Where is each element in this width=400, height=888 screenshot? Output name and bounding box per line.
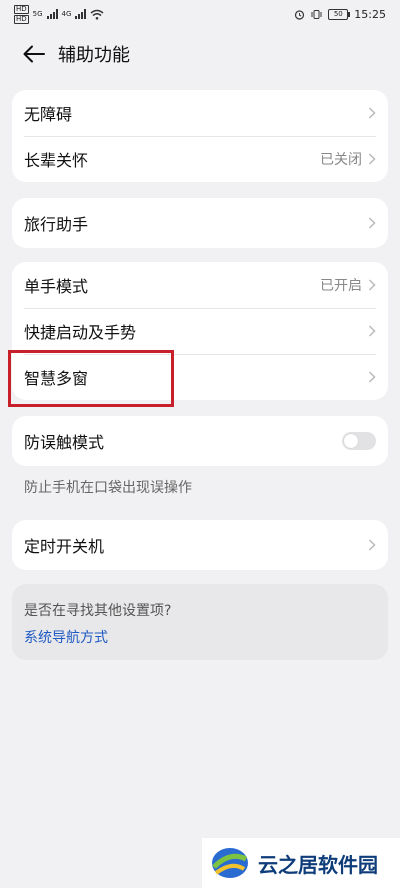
page-header: 辅助功能 [0, 36, 400, 72]
toggle-knob [344, 434, 358, 448]
chevron-right-icon [368, 539, 376, 551]
settings-item-elder-care[interactable]: 长辈关怀 已关闭 [12, 136, 388, 182]
sim1-badge: HD [14, 4, 29, 14]
settings-group-5: 定时开关机 [12, 520, 388, 570]
system-navigation-link[interactable]: 系统导航方式 [24, 627, 108, 647]
pocket-mode-hint: 防止手机在口袋出现误操作 [24, 480, 192, 496]
settings-item-label: 快捷启动及手势 [24, 323, 137, 342]
vibrate-icon [311, 9, 322, 19]
settings-item-label: 旅行助手 [24, 215, 89, 234]
settings-item-shortcuts-gestures[interactable]: 快捷启动及手势 [12, 308, 388, 354]
settings-item-pocket-mode[interactable]: 防误触模式 [12, 416, 388, 466]
settings-item-value: 已开启 [320, 278, 362, 294]
settings-item-accessibility[interactable]: 无障碍 [12, 90, 388, 136]
watermark: 云之居软件园 [202, 838, 400, 888]
settings-group-1: 无障碍 长辈关怀 已关闭 [12, 90, 388, 182]
status-bar: HD HD 5G 4G 50 15:25 [0, 0, 400, 28]
sim-badges: HD HD [14, 4, 29, 24]
settings-item-scheduled-power[interactable]: 定时开关机 [12, 520, 388, 570]
chevron-right-icon [368, 279, 376, 291]
battery-level: 50 [333, 9, 343, 18]
status-time: 15:25 [354, 7, 386, 21]
chevron-right-icon [368, 217, 376, 229]
sim2-badge: HD [14, 14, 29, 24]
settings-group-2: 旅行助手 [12, 198, 388, 248]
settings-item-label: 单手模式 [24, 277, 89, 296]
status-left: HD HD 5G 4G [14, 4, 104, 24]
network1-label: 5G [32, 10, 43, 18]
search-suggestion-card: 是否在寻找其他设置项? 系统导航方式 [12, 584, 388, 660]
settings-item-one-hand-mode[interactable]: 单手模式 已开启 [12, 262, 388, 308]
arrow-left-icon [23, 45, 45, 63]
battery-icon: 50 [328, 8, 351, 20]
settings-item-label: 无障碍 [24, 105, 73, 124]
back-button[interactable] [12, 36, 56, 72]
page-title: 辅助功能 [58, 45, 130, 66]
alarm-icon [295, 9, 305, 20]
wifi-icon [90, 9, 104, 20]
network2-label: 4G [61, 10, 72, 18]
highlight-box [8, 350, 174, 407]
settings-item-value: 已关闭 [320, 152, 362, 168]
settings-item-travel-assistant[interactable]: 旅行助手 [12, 198, 388, 248]
chevron-right-icon [368, 107, 376, 119]
chevron-right-icon [368, 153, 376, 165]
settings-group-4: 防误触模式 [12, 416, 388, 466]
settings-item-label: 防误触模式 [24, 433, 105, 452]
search-suggestion-question: 是否在寻找其他设置项? [24, 603, 172, 619]
pocket-mode-toggle[interactable] [342, 432, 376, 450]
signal-icon [75, 9, 87, 19]
watermark-logo-icon [212, 848, 248, 878]
chevron-right-icon [368, 371, 376, 383]
settings-item-label: 长辈关怀 [24, 151, 89, 170]
chevron-right-icon [368, 325, 376, 337]
signal-icon [46, 9, 58, 19]
settings-item-label: 定时开关机 [24, 537, 105, 556]
status-right: 50 15:25 [294, 8, 386, 21]
watermark-text: 云之居软件园 [258, 852, 378, 877]
